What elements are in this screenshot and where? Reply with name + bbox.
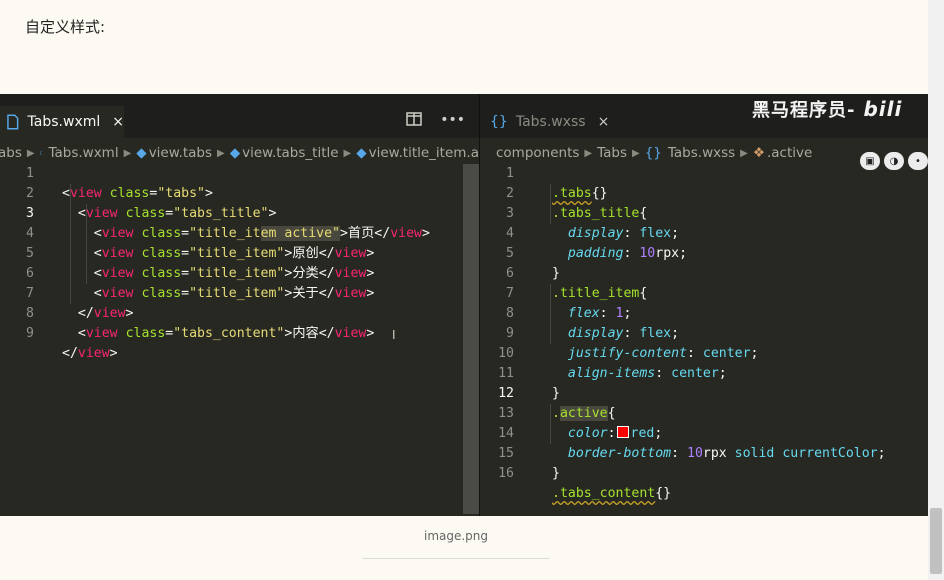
code-text: 原创: [292, 246, 319, 261]
braces-icon: {}: [644, 145, 662, 161]
editor-screenshot: Tabs.wxml × ••• abs ▶ Tabs.wxml ▶ ◆ view…: [0, 94, 928, 516]
right-editor-pane: {} Tabs.wxss × 黑马程序员-bili components ▶ T…: [480, 94, 928, 516]
breadcrumb-item[interactable]: view.tabs_title: [242, 145, 338, 161]
chevron-right-icon: ▶: [343, 147, 352, 159]
page-scrollbar-track[interactable]: [928, 0, 944, 580]
class-icon: ❖: [752, 145, 765, 161]
breadcrumb-item[interactable]: abs: [0, 145, 22, 161]
cube-icon: ◆: [356, 145, 367, 161]
line-number: 5: [506, 246, 514, 261]
text-cursor-icon: I: [392, 328, 396, 342]
line-number: 1: [506, 166, 514, 181]
line-number: 15: [498, 446, 514, 461]
left-scrollbar[interactable]: [463, 164, 479, 514]
line-number: 10: [498, 346, 514, 361]
tab-label: Tabs.wxml: [27, 114, 101, 130]
line-number: 6: [506, 266, 514, 281]
chevron-right-icon: ▶: [632, 147, 640, 159]
breadcrumb-item[interactable]: Tabs.wxss: [668, 145, 735, 161]
line-number: 6: [26, 266, 34, 281]
left-breadcrumb: abs ▶ Tabs.wxml ▶ ◆ view.tabs ▶ ◆ view.t…: [0, 142, 479, 164]
cube-icon: ◆: [136, 145, 147, 161]
breadcrumb-item[interactable]: view.tabs: [149, 145, 212, 161]
line-number: 9: [506, 326, 514, 341]
line-number: 3: [26, 206, 34, 221]
right-code-area[interactable]: 1 .tabs{} 2 .tabs_title{ 3 display: flex…: [480, 164, 928, 516]
line-number: 8: [506, 306, 514, 321]
line-number: 11: [498, 366, 514, 381]
left-code-area[interactable]: 1 <view class="tabs"> 2 <view class="tab…: [0, 164, 479, 516]
code-text: 分类: [292, 266, 319, 281]
chevron-right-icon: ▶: [217, 147, 225, 159]
line-number: 3: [506, 206, 514, 221]
line-number: 4: [26, 226, 34, 241]
left-tabbar: Tabs.wxml × •••: [0, 94, 479, 138]
left-editor-pane: Tabs.wxml × ••• abs ▶ Tabs.wxml ▶ ◆ view…: [0, 94, 479, 516]
line-number: 8: [26, 306, 34, 321]
chevron-right-icon: ▶: [123, 147, 132, 159]
line-number: 9: [26, 326, 34, 341]
close-icon[interactable]: ×: [112, 114, 124, 130]
chevron-right-icon: ▶: [26, 147, 35, 159]
file-icon: [7, 114, 19, 130]
page-heading: 自定义样式:: [25, 18, 106, 36]
breadcrumb-item[interactable]: Tabs: [597, 145, 627, 161]
braces-icon: {}: [490, 114, 508, 130]
color-swatch[interactable]: [616, 426, 629, 438]
line-number: 1: [26, 166, 34, 181]
chevron-right-icon: ▶: [584, 147, 593, 159]
split-editor-icon[interactable]: [406, 112, 422, 126]
line-number: 7: [506, 286, 514, 301]
bilibili-logo: bili: [863, 97, 903, 121]
line-number: 14: [498, 426, 514, 441]
tab-tabs-wxml[interactable]: Tabs.wxml ×: [0, 106, 124, 138]
image-caption: image.png: [423, 529, 489, 543]
watermark: 黑马程序员-bili: [752, 97, 903, 121]
line-number: 4: [506, 226, 514, 241]
breadcrumb-item[interactable]: Tabs.wxml: [48, 145, 118, 161]
code-text: 内容: [292, 326, 319, 341]
close-icon[interactable]: ×: [598, 114, 610, 130]
line-number: 13: [498, 406, 514, 421]
tab-tabs-wxss[interactable]: {} Tabs.wxss ×: [480, 106, 610, 138]
caption-divider: [362, 558, 550, 559]
line-number: 7: [26, 286, 34, 301]
line-number: 2: [26, 186, 34, 201]
cube-icon: ◆: [229, 145, 241, 161]
breadcrumb-item[interactable]: components: [496, 145, 579, 161]
code-text: 关于: [292, 286, 319, 301]
code-text: 首页: [347, 226, 375, 241]
line-number: 5: [26, 246, 34, 261]
line-number: 12: [498, 386, 514, 401]
chevron-right-icon: ▶: [740, 147, 748, 159]
more-icon[interactable]: •••: [440, 112, 465, 128]
line-number: 2: [506, 186, 514, 201]
file-icon: [39, 151, 43, 155]
breadcrumb-item[interactable]: view.title_item.a: [369, 145, 479, 161]
tab-label: Tabs.wxss: [515, 114, 586, 130]
page-scrollbar-thumb[interactable]: [930, 508, 942, 574]
line-number: 16: [498, 466, 514, 481]
breadcrumb-item[interactable]: .active: [767, 145, 812, 161]
